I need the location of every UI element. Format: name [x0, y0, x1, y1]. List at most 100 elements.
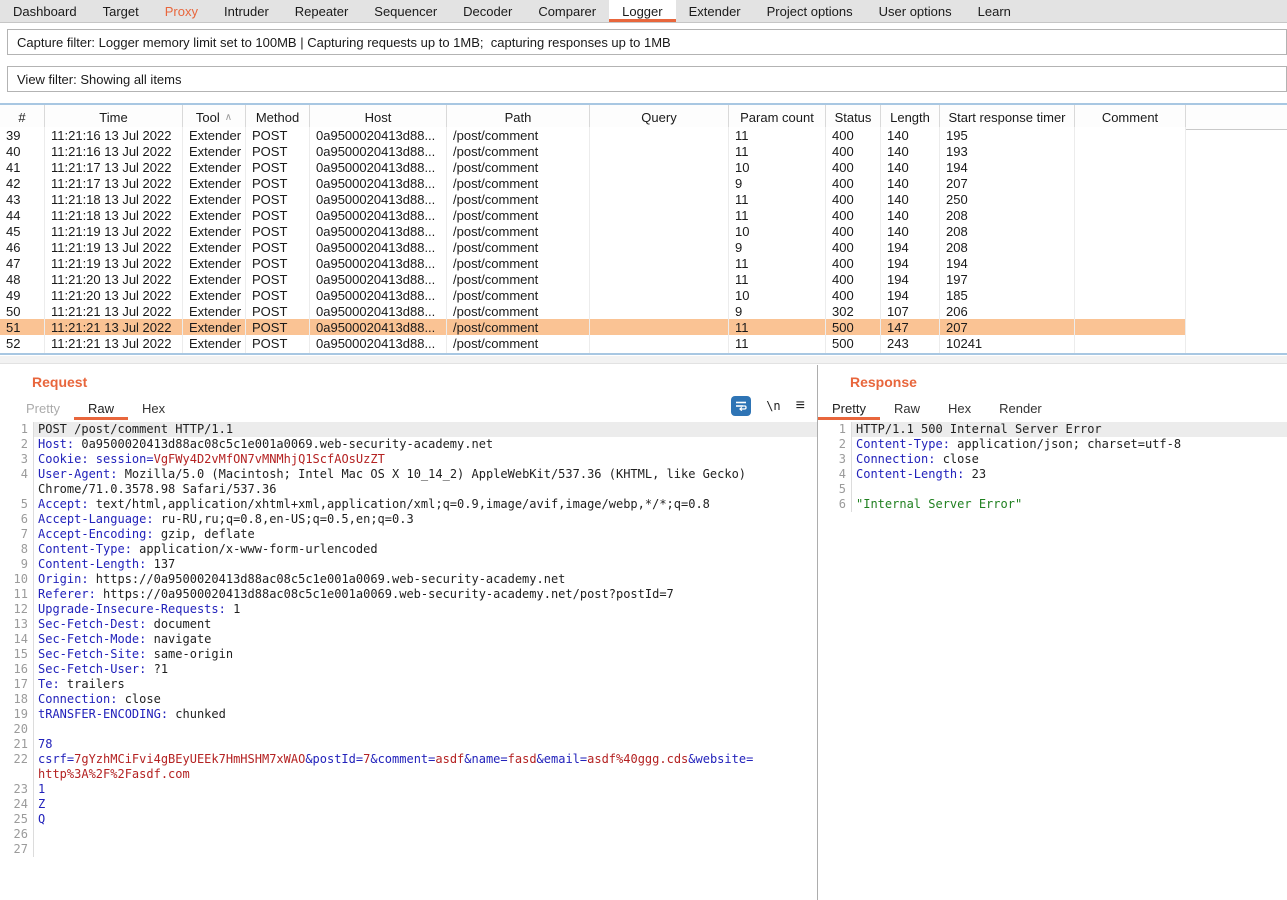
table-row-49[interactable]: 4911:21:20 13 Jul 2022ExtenderPOST0a9500…	[0, 287, 1186, 303]
table-row-50[interactable]: 5011:21:21 13 Jul 2022ExtenderPOST0a9500…	[0, 303, 1186, 319]
cell-method: POST	[246, 191, 310, 207]
code-line: 15Sec-Fetch-Site: same-origin	[0, 647, 817, 662]
column-header-host[interactable]: Host	[310, 105, 447, 129]
cell--: 40	[0, 143, 45, 159]
menu-item-target[interactable]: Target	[90, 0, 152, 22]
cell-method: POST	[246, 351, 310, 355]
tab-raw[interactable]: Raw	[74, 397, 128, 420]
editor-menu-icon[interactable]: ≡	[796, 398, 805, 414]
code-line: 2178	[0, 737, 817, 752]
response-editor[interactable]: 1HTTP/1.1 500 Internal Server Error2Cont…	[818, 422, 1287, 900]
menu-item-user-options[interactable]: User options	[866, 0, 965, 22]
line-number: 12	[0, 602, 34, 617]
cell-path: /post/comment	[447, 335, 590, 351]
table-row-46[interactable]: 4611:21:19 13 Jul 2022ExtenderPOST0a9500…	[0, 239, 1186, 255]
logger-table[interactable]: #TimeTool∧Method Host Path Query Param count…	[0, 103, 1287, 355]
request-editor[interactable]: 1POST /post/comment HTTP/1.12Host: 0a950…	[0, 422, 817, 900]
tab-pretty[interactable]: Pretty	[12, 397, 74, 420]
column-header-comment[interactable]: Comment	[1075, 105, 1186, 129]
cell-tool: Extender	[183, 207, 246, 223]
cell-param-count: 10	[729, 287, 826, 303]
cell-time: 11:21:21 13 Jul 2022	[45, 335, 183, 351]
menu-item-logger[interactable]: Logger	[609, 0, 675, 22]
table-row-45[interactable]: 4511:21:19 13 Jul 2022ExtenderPOST0a9500…	[0, 223, 1186, 239]
cell-length: 147	[881, 319, 940, 335]
column-header-method[interactable]: Method	[246, 105, 310, 129]
cell-start-response-timer: 207	[940, 175, 1075, 191]
column-header-path[interactable]: Path	[447, 105, 590, 129]
line-number: 2	[0, 437, 34, 452]
cell-time: 11:21:19 13 Jul 2022	[45, 239, 183, 255]
cell-length: 140	[881, 143, 940, 159]
column-header-status[interactable]: Status	[826, 105, 881, 129]
cell-method: POST	[246, 255, 310, 271]
menu-item-learn[interactable]: Learn	[965, 0, 1024, 22]
newline-icon[interactable]: \n	[766, 399, 780, 413]
code-line: 27	[0, 842, 817, 857]
table-row-42[interactable]: 4211:21:17 13 Jul 2022ExtenderPOST0a9500…	[0, 175, 1186, 191]
tab-pretty[interactable]: Pretty	[818, 397, 880, 420]
tab-render[interactable]: Render	[985, 397, 1056, 420]
cell-start-response-timer: 195	[940, 127, 1075, 143]
cell-status: 400	[826, 239, 881, 255]
table-row-41[interactable]: 4111:21:17 13 Jul 2022ExtenderPOST0a9500…	[0, 159, 1186, 175]
column-header-param-count[interactable]: Param count	[729, 105, 826, 129]
table-row-52[interactable]: 5211:21:21 13 Jul 2022ExtenderPOST0a9500…	[0, 335, 1186, 351]
table-row-40[interactable]: 4011:21:16 13 Jul 2022ExtenderPOST0a9500…	[0, 143, 1186, 159]
cell-status: 400	[826, 159, 881, 175]
menu-item-comparer[interactable]: Comparer	[525, 0, 609, 22]
code-line: 19tRANSFER-ENCODING: chunked	[0, 707, 817, 722]
table-row-44[interactable]: 4411:21:18 13 Jul 2022ExtenderPOST0a9500…	[0, 207, 1186, 223]
column-label: Host	[365, 110, 392, 125]
tab-hex[interactable]: Hex	[128, 397, 179, 420]
menu-item-decoder[interactable]: Decoder	[450, 0, 525, 22]
table-row-43[interactable]: 4311:21:18 13 Jul 2022ExtenderPOST0a9500…	[0, 191, 1186, 207]
cell-time: 11:21:19 13 Jul 2022	[45, 255, 183, 271]
menu-item-proxy[interactable]: Proxy	[152, 0, 211, 22]
cell-param-count: 9	[729, 303, 826, 319]
tab-raw[interactable]: Raw	[880, 397, 934, 420]
soft-wrap-icon[interactable]	[731, 396, 751, 416]
column-label: Query	[641, 110, 676, 125]
cell-host: 0a9500020413d88...	[310, 175, 447, 191]
request-tabs: PrettyRawHex	[12, 397, 179, 420]
tab-hex[interactable]: Hex	[934, 397, 985, 420]
table-row-51[interactable]: 5111:21:21 13 Jul 2022ExtenderPOST0a9500…	[0, 319, 1186, 335]
cell-start-response-timer: 194	[940, 159, 1075, 175]
table-row-53[interactable]: 5311:21:22 13 Jul 2022ExtenderPOST0a9500…	[0, 351, 1186, 355]
cell-param-count: 11	[729, 191, 826, 207]
code-line: 2Content-Type: application/json; charset…	[818, 437, 1287, 452]
menu-item-sequencer[interactable]: Sequencer	[361, 0, 450, 22]
cell-start-response-timer: 194	[940, 255, 1075, 271]
column-header-start-response-timer[interactable]: Start response timer	[940, 105, 1075, 129]
view-filter-bar[interactable]: View filter: Showing all items	[7, 66, 1287, 92]
column-header-time[interactable]: Time	[45, 105, 183, 129]
menu-item-intruder[interactable]: Intruder	[211, 0, 282, 22]
table-row-39[interactable]: 3911:21:16 13 Jul 2022ExtenderPOST0a9500…	[0, 127, 1186, 143]
line-number: 1	[818, 422, 852, 437]
horizontal-splitter[interactable]	[0, 356, 1287, 364]
cell-length: 107	[881, 303, 940, 319]
menu-item-extender[interactable]: Extender	[676, 0, 754, 22]
column-header-length[interactable]: Length	[881, 105, 940, 129]
cell-status: 400	[826, 175, 881, 191]
menu-item-dashboard[interactable]: Dashboard	[0, 0, 90, 22]
capture-filter-bar[interactable]: Capture filter: Logger memory limit set …	[7, 29, 1287, 55]
table-row-48[interactable]: 4811:21:20 13 Jul 2022ExtenderPOST0a9500…	[0, 271, 1186, 287]
code-line: 5Accept: text/html,application/xhtml+xml…	[0, 497, 817, 512]
code-line: 1HTTP/1.1 500 Internal Server Error	[818, 422, 1287, 437]
menu-item-repeater[interactable]: Repeater	[282, 0, 361, 22]
cell-host: 0a9500020413d88...	[310, 159, 447, 175]
column-header--[interactable]: #	[0, 105, 45, 129]
column-header-tool[interactable]: Tool∧	[183, 105, 246, 129]
cell-status: 400	[826, 255, 881, 271]
menu-item-project-options[interactable]: Project options	[754, 0, 866, 22]
code-line: 18Connection: close	[0, 692, 817, 707]
code-line: 7Accept-Encoding: gzip, deflate	[0, 527, 817, 542]
cell-comment	[1075, 191, 1186, 207]
column-header-query[interactable]: Query	[590, 105, 729, 129]
table-row-47[interactable]: 4711:21:19 13 Jul 2022ExtenderPOST0a9500…	[0, 255, 1186, 271]
cell-host: 0a9500020413d88...	[310, 239, 447, 255]
cell-path: /post/comment	[447, 239, 590, 255]
cell-comment	[1075, 175, 1186, 191]
